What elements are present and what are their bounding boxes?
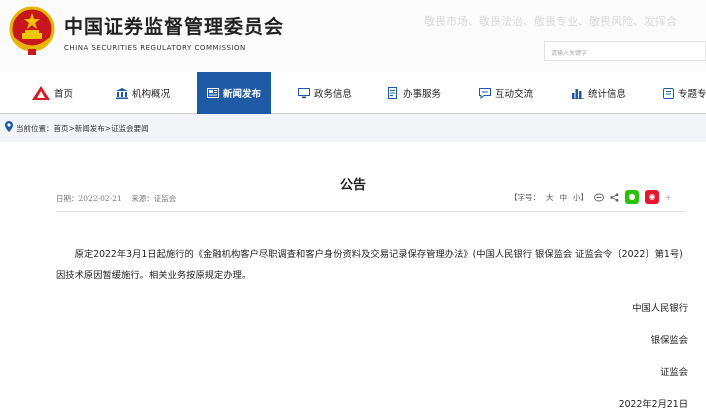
chat-icon xyxy=(479,87,491,99)
nav-item-institution[interactable]: 机构概况 xyxy=(116,72,170,114)
font-size-small[interactable]: 小】 xyxy=(573,192,588,203)
site-title[interactable]: 中国证券监督管理委员会 xyxy=(64,12,284,39)
home-logo-icon xyxy=(32,86,50,100)
article-body: 原定2022年3月1日起施行的《金融机构客户尽职调查和客户身份资料及交易记录保存… xyxy=(56,249,683,281)
breadcrumb: 当前位置：首页>新闻发布>证监会要闻 xyxy=(0,114,706,142)
nav-item-home[interactable]: 首页 xyxy=(32,72,73,114)
wechat-share-icon[interactable]: ● xyxy=(625,190,639,204)
main-nav: 首页 机构概况 新闻发布 政务信息 办事服务 互动交流 统计信息 专题专 xyxy=(0,72,706,114)
signature-csrc: 证监会 xyxy=(660,367,688,378)
share-icon[interactable] xyxy=(610,192,619,202)
signature-date: 2022年2月21日 xyxy=(618,399,688,410)
source-label: 来源： xyxy=(131,194,154,203)
search-input[interactable]: 请输入关键字 xyxy=(544,41,706,61)
nav-label-government: 政务信息 xyxy=(314,89,353,100)
nav-label-topics: 专题专 xyxy=(678,89,706,100)
national-emblem-icon xyxy=(9,6,55,55)
folder-icon xyxy=(663,87,674,99)
site-header: 中国证券监督管理委员会 CHINA SECURITIES REGULATORY … xyxy=(0,0,706,72)
font-size-medium[interactable]: 中 xyxy=(560,192,568,203)
signature-cbirc: 银保监会 xyxy=(650,335,688,346)
nav-item-government[interactable]: 政务信息 xyxy=(298,72,352,114)
nav-item-services[interactable]: 办事服务 xyxy=(388,72,441,114)
site-title-english: CHINA SECURITIES REGULATORY COMMISSION xyxy=(64,44,246,52)
article-source: 证监会 xyxy=(153,194,177,203)
nav-label-statistics: 统计信息 xyxy=(588,89,627,100)
document-icon xyxy=(388,87,397,99)
article-date: 2022-02-21 xyxy=(78,194,122,203)
more-share-icon[interactable]: + xyxy=(665,193,671,202)
news-icon xyxy=(207,88,219,98)
font-size-label: 【字号： xyxy=(510,192,540,202)
monitor-icon xyxy=(298,88,310,98)
bar-chart-icon xyxy=(572,88,584,99)
nav-label-interaction: 互动交流 xyxy=(495,89,534,100)
article-meta: 日期：2022-02-21 来源：证监会 xyxy=(56,193,176,204)
nav-label-home: 首页 xyxy=(54,89,74,100)
weibo-share-icon[interactable]: ◉ xyxy=(645,190,659,204)
nav-label-news: 新闻发布 xyxy=(222,89,261,100)
breadcrumb-prefix: 当前位置： xyxy=(16,124,54,133)
meta-divider xyxy=(56,211,686,212)
font-size-large[interactable]: 大 xyxy=(546,192,554,203)
nav-label-institution: 机构概况 xyxy=(132,89,171,100)
breadcrumb-path[interactable]: 首页>新闻发布>证监会要闻 xyxy=(54,124,149,133)
location-pin-icon xyxy=(5,121,13,132)
nav-label-services: 办事服务 xyxy=(403,89,442,100)
nav-item-interaction[interactable]: 互动交流 xyxy=(479,72,533,114)
print-icon[interactable] xyxy=(594,193,604,202)
date-label: 日期： xyxy=(56,194,79,203)
nav-item-topics[interactable]: 专题专 xyxy=(663,72,706,114)
nav-item-statistics[interactable]: 统计信息 xyxy=(572,72,626,114)
article-tools: 【字号： 大 中 小】 ● ◉ + xyxy=(510,190,671,204)
building-icon xyxy=(116,87,128,99)
nav-item-news[interactable]: 新闻发布 xyxy=(197,72,271,114)
signature-pboc: 中国人民银行 xyxy=(632,303,688,314)
slogan: 敬畏市场、敬畏法治、敬畏专业、敬畏风险、发挥合 xyxy=(424,15,677,28)
